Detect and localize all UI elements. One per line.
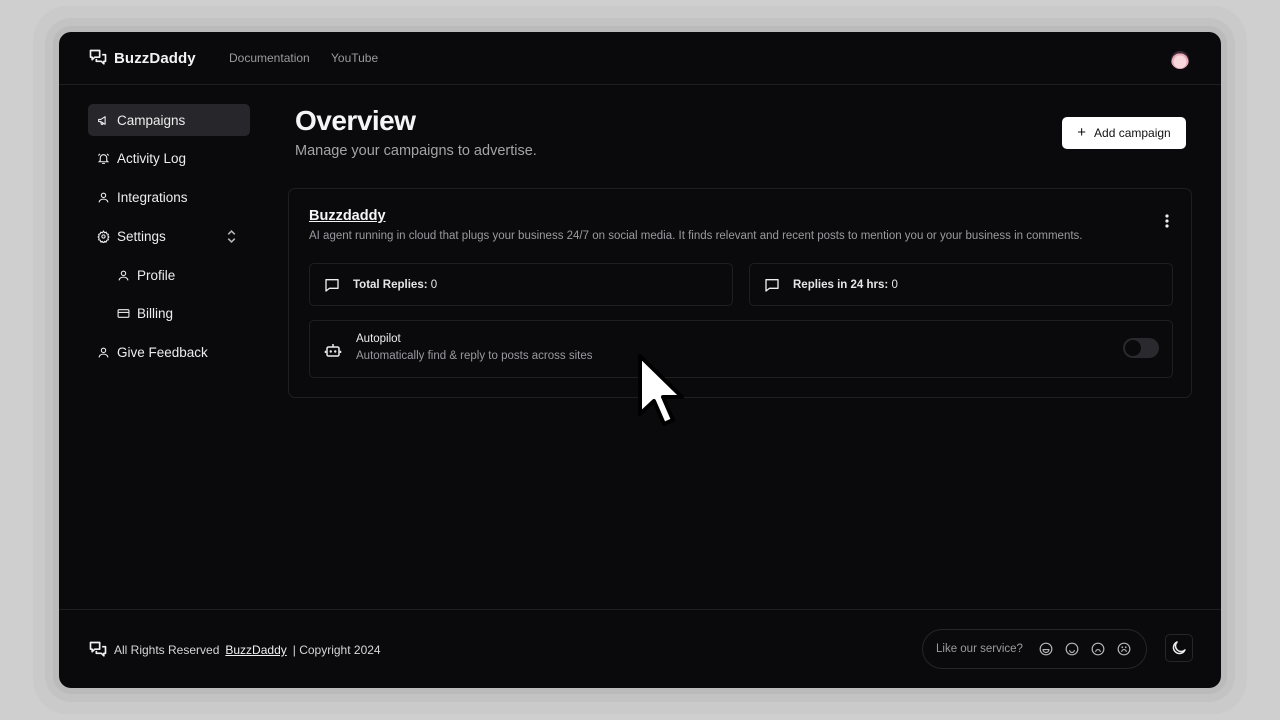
credit-card-icon — [117, 309, 130, 319]
nav-youtube-link[interactable]: YouTube — [331, 51, 378, 65]
avatar[interactable] — [1171, 51, 1189, 69]
autopilot-description: Automatically find & reply to posts acro… — [356, 350, 593, 362]
message-icon — [765, 278, 779, 292]
more-options-icon[interactable] — [1165, 214, 1169, 228]
page-title: Overview — [295, 105, 416, 136]
footer-copyright: All Rights Reserved BuzzDaddy | Copyrigh… — [88, 640, 381, 660]
chat-logo-icon — [89, 641, 107, 657]
sidebar-item-campaigns[interactable]: Campaigns — [88, 104, 250, 136]
sidebar-item-label: Activity Log — [117, 151, 187, 167]
toggle-knob — [1125, 340, 1141, 356]
footer-suffix: | Copyright 2024 — [292, 643, 381, 657]
stat-label: Total Replies: — [353, 278, 428, 291]
rating-widget: Like our service? — [922, 629, 1147, 669]
top-bar: BuzzDaddy Documentation YouTube — [59, 32, 1221, 85]
stat-value: 0 — [891, 278, 898, 291]
add-campaign-label: Add campaign — [1094, 126, 1171, 140]
face-sad-icon[interactable] — [1091, 642, 1105, 656]
gear-icon — [97, 229, 110, 243]
sidebar-item-label: Campaigns — [117, 112, 186, 128]
footer-prefix: All Rights Reserved — [114, 643, 220, 657]
brand-logo[interactable]: BuzzDaddy — [88, 48, 196, 68]
sidebar-item-label: Profile — [137, 267, 176, 283]
face-very-happy-icon[interactable] — [1039, 642, 1053, 656]
user-icon — [98, 192, 109, 203]
sidebar-item-label: Integrations — [117, 190, 188, 206]
stat-total-replies: Total Replies: 0 — [309, 263, 733, 306]
footer: All Rights Reserved BuzzDaddy | Copyrigh… — [59, 609, 1221, 688]
plus-icon: + — [1077, 124, 1087, 141]
stat-label: Replies in 24 hrs: — [793, 278, 889, 291]
page-subtitle: Manage your campaigns to advertise. — [295, 143, 537, 159]
mouse-cursor-icon — [638, 354, 684, 426]
sidebar-item-billing[interactable]: Billing — [88, 298, 250, 330]
user-icon — [98, 347, 109, 358]
moon-icon — [1172, 641, 1186, 655]
campaign-card: Buzzdaddy AI agent running in cloud that… — [288, 188, 1192, 398]
chevron-up-down-icon — [227, 230, 236, 244]
app-window: BuzzDaddy Documentation YouTube Campaign… — [59, 32, 1221, 688]
sidebar-item-give-feedback[interactable]: Give Feedback — [88, 337, 250, 369]
bot-icon — [324, 344, 342, 357]
stat-value: 0 — [430, 278, 438, 291]
nav-documentation-link[interactable]: Documentation — [229, 51, 310, 65]
autopilot-row: Autopilot Automatically find & reply to … — [309, 320, 1173, 378]
theme-toggle-button[interactable] — [1165, 634, 1193, 662]
add-campaign-button[interactable]: + Add campaign — [1062, 117, 1186, 149]
sidebar-item-activity-log[interactable]: Activity Log — [88, 143, 250, 175]
autopilot-toggle[interactable] — [1123, 338, 1159, 358]
autopilot-title: Autopilot — [356, 333, 401, 345]
sidebar-item-settings[interactable]: Settings — [88, 220, 250, 252]
megaphone-icon — [98, 115, 106, 125]
message-icon — [325, 278, 339, 292]
face-very-sad-icon[interactable] — [1117, 642, 1131, 656]
face-happy-icon[interactable] — [1065, 642, 1079, 656]
stat-replies-24h: Replies in 24 hrs: 0 — [749, 263, 1173, 306]
sidebar-item-label: Settings — [117, 228, 166, 244]
bell-icon — [97, 153, 110, 165]
sidebar-item-profile[interactable]: Profile — [88, 259, 250, 291]
sidebar-item-label: Billing — [137, 306, 174, 322]
rating-prompt: Like our service? — [936, 643, 1023, 655]
campaign-description: AI agent running in cloud that plugs you… — [309, 230, 1083, 242]
campaign-name-link[interactable]: Buzzdaddy — [309, 208, 386, 224]
brand-name: BuzzDaddy — [114, 49, 196, 67]
sidebar-item-integrations[interactable]: Integrations — [88, 182, 250, 214]
user-icon — [118, 270, 129, 281]
sidebar-item-label: Give Feedback — [117, 345, 208, 361]
chat-logo-icon — [89, 49, 107, 65]
footer-brand-link[interactable]: BuzzDaddy — [225, 643, 286, 657]
sidebar: Campaigns Activity Log Integrations Sett… — [88, 104, 250, 376]
